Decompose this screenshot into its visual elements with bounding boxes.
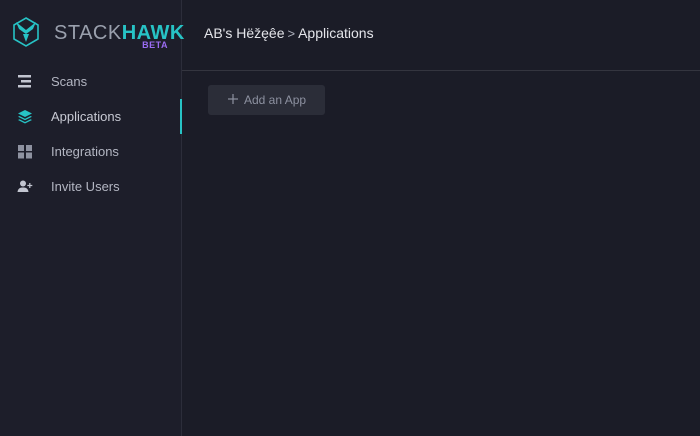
sidebar-item-invite-users[interactable]: Invite Users bbox=[0, 169, 181, 204]
brand-logo[interactable]: STACKHAWK BETA bbox=[12, 14, 184, 54]
beta-badge: BETA bbox=[142, 40, 168, 50]
breadcrumb-separator: > bbox=[287, 26, 296, 41]
grid-icon bbox=[18, 145, 32, 159]
breadcrumb: AB's Hëžęêe > Applications bbox=[204, 25, 374, 41]
add-user-icon bbox=[17, 180, 33, 192]
scans-icon bbox=[18, 75, 31, 88]
sidebar-item-scans[interactable]: Scans bbox=[0, 64, 181, 99]
page-header: AB's Hëžęêe > Applications bbox=[182, 0, 700, 71]
sidebar-nav: Scans Applications Integrations Invite U… bbox=[0, 64, 182, 204]
layers-icon bbox=[18, 110, 32, 124]
add-app-label: Add an App bbox=[244, 93, 307, 107]
hawk-logo-icon bbox=[13, 17, 39, 47]
breadcrumb-page: Applications bbox=[298, 25, 374, 41]
sidebar: STACKHAWK BETA Scans Applications Integr… bbox=[0, 0, 184, 436]
breadcrumb-org[interactable]: AB's Hëžęêe bbox=[204, 25, 285, 41]
plus-icon bbox=[228, 94, 238, 104]
add-app-button[interactable]: Add an App bbox=[208, 85, 325, 115]
sidebar-item-label: Scans bbox=[51, 74, 88, 89]
sidebar-item-label: Invite Users bbox=[51, 179, 120, 194]
sidebar-item-integrations[interactable]: Integrations bbox=[0, 134, 181, 169]
sidebar-item-applications[interactable]: Applications bbox=[0, 99, 182, 134]
sidebar-item-label: Applications bbox=[51, 109, 122, 124]
sidebar-item-label: Integrations bbox=[51, 144, 119, 159]
